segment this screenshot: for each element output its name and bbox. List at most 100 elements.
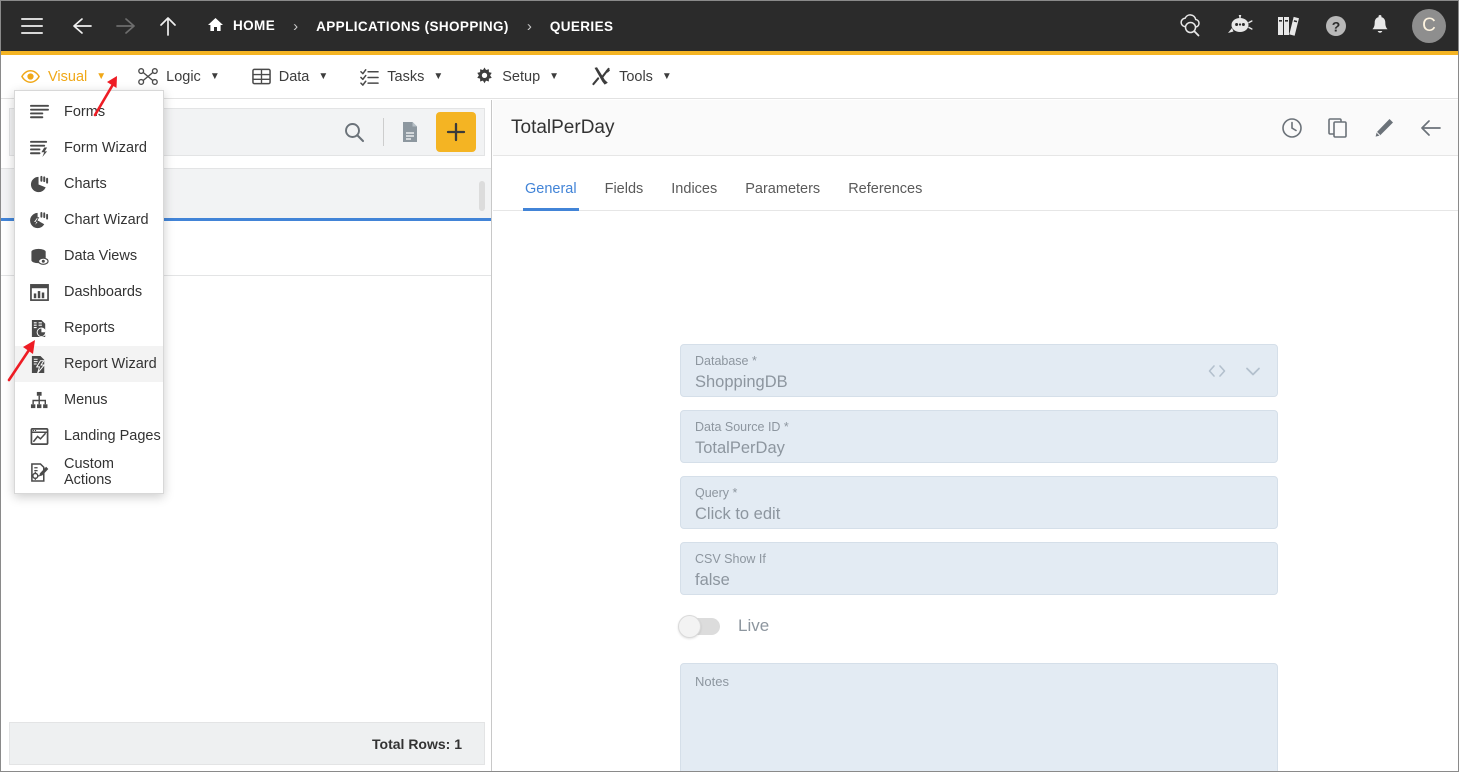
notifications-button[interactable] (1370, 14, 1390, 38)
chevron-down-icon: ▼ (318, 71, 329, 82)
query-field-label: Query * (695, 486, 738, 500)
back-arrow-icon (1421, 120, 1441, 136)
notifications-bell-icon (1372, 15, 1388, 33)
cloud-search-icon (1180, 14, 1200, 37)
chevron-down-icon: ▼ (96, 71, 107, 82)
database-field[interactable]: Database * ShoppingDB (680, 344, 1278, 397)
cloud-search-button[interactable] (1177, 14, 1204, 38)
menu-item-setup[interactable]: Setup ▼ (459, 55, 575, 99)
dropdown-item-landing-pages[interactable]: Landing Pages (15, 418, 163, 454)
robot-chat-icon (1228, 15, 1253, 33)
breadcrumb-item-applications[interactable]: APPLICATIONS (SHOPPING) (316, 19, 509, 34)
menu-label-data: Data (278, 68, 310, 85)
breadcrumb-item-home[interactable]: HOME (207, 17, 275, 35)
add-button[interactable] (436, 112, 476, 152)
csv-show-if-label: CSV Show If (695, 552, 766, 566)
report-icon (29, 318, 50, 339)
up-button[interactable] (157, 14, 179, 38)
edit-button[interactable] (1373, 117, 1395, 139)
dropdown-item-report-wizard[interactable]: Report Wizard (15, 346, 163, 382)
dropdown-label-landing-pages: Landing Pages (64, 428, 161, 444)
csv-show-if-field[interactable]: CSV Show If false (680, 542, 1278, 595)
detail-header: TotalPerDay (493, 100, 1458, 156)
menu-item-tools[interactable]: Tools ▼ (575, 55, 688, 99)
dropdown-item-dashboards[interactable]: Dashboards (15, 274, 163, 310)
dropdown-label-charts: Charts (64, 176, 107, 192)
dropdown-item-reports[interactable]: Reports (15, 310, 163, 346)
copy-button[interactable] (1327, 117, 1349, 139)
dropdown-label-custom-actions: Custom Actions (64, 456, 114, 488)
dropdown-item-menus[interactable]: Menus (15, 382, 163, 418)
dropdown-item-custom-actions[interactable]: Custom Actions (15, 454, 163, 490)
breadcrumb-label-home: HOME (233, 18, 276, 33)
custom-actions-icon (29, 462, 50, 483)
help-button[interactable]: ? (1324, 14, 1348, 38)
chevron-down-icon: ▼ (433, 71, 444, 82)
dropdown-item-chart-wizard[interactable]: Chart Wizard (15, 202, 163, 238)
landing-page-icon (29, 426, 50, 447)
dropdown-item-form-wizard[interactable]: Form Wizard (15, 130, 163, 166)
dropdown-label-forms: Forms (64, 104, 106, 120)
back-button[interactable] (69, 15, 95, 37)
tools-icon (592, 67, 611, 86)
home-icon (207, 17, 224, 35)
breadcrumb-item-queries[interactable]: QUERIES (550, 19, 614, 34)
data-source-id-label: Data Source ID * (695, 420, 789, 434)
live-toggle-row: Live (678, 614, 769, 638)
dropdown-item-data-views[interactable]: Data Views (15, 238, 163, 274)
forward-button[interactable] (113, 15, 139, 37)
back-button[interactable] (1419, 117, 1443, 139)
search-button[interactable] (331, 121, 377, 143)
general-form: Database * ShoppingDB Data Source ID * T… (493, 211, 1458, 771)
history-button[interactable] (1281, 117, 1303, 139)
dropdown-label-reports: Reports (64, 320, 115, 336)
database-field-value: ShoppingDB (695, 373, 788, 391)
detail-panel: TotalPerDay General Fields Indices Param… (493, 100, 1458, 771)
hamburger-icon (21, 18, 43, 34)
arrow-right-icon (116, 18, 135, 34)
data-source-id-field[interactable]: Data Source ID * TotalPerDay (680, 410, 1278, 463)
dropdown-label-form-wizard: Form Wizard (64, 140, 147, 156)
topbar-actions: ? C (1177, 1, 1446, 51)
checklist-icon (360, 69, 380, 86)
main-menu-bar: Visual ▼ Logic ▼ Data ▼ Tasks ▼ Setup ▼ … (1, 55, 1458, 143)
total-rows-label: Total Rows: 1 (372, 735, 462, 752)
database-field-label: Database * (695, 354, 757, 368)
tab-fields[interactable]: Fields (591, 181, 658, 210)
code-icon[interactable] (1207, 364, 1227, 378)
toggle-knob (678, 614, 701, 638)
dashboard-icon (29, 282, 50, 303)
chatbot-button[interactable] (1226, 15, 1254, 37)
menu-item-tasks[interactable]: Tasks ▼ (344, 55, 459, 99)
menu-label-tasks: Tasks (387, 68, 425, 85)
application-window: HOME › APPLICATIONS (SHOPPING) › QUERIES (0, 0, 1459, 772)
avatar[interactable]: C (1412, 9, 1446, 43)
copy-icon (1328, 118, 1347, 138)
menu-label-setup: Setup (502, 68, 541, 85)
arrow-left-icon (73, 18, 92, 34)
live-toggle[interactable] (678, 614, 720, 638)
dropdown-label-dashboards: Dashboards (64, 284, 143, 300)
page-title: TotalPerDay (511, 116, 615, 138)
tab-parameters[interactable]: Parameters (731, 181, 834, 210)
list-scrollbar[interactable] (479, 181, 485, 211)
dropdown-item-charts[interactable]: Charts (15, 166, 163, 202)
menu-item-data[interactable]: Data ▼ (236, 55, 345, 99)
arrow-up-icon (160, 17, 176, 36)
library-button[interactable] (1276, 14, 1302, 38)
notes-field[interactable]: Notes (680, 663, 1278, 771)
chevron-down-icon[interactable] (1243, 364, 1263, 378)
dropdown-label-chart-wizard: Chart Wizard (64, 212, 149, 228)
query-field[interactable]: Query * Click to edit (680, 476, 1278, 529)
report-wizard-icon (29, 354, 50, 375)
tab-general[interactable]: General (511, 181, 591, 211)
dropdown-item-forms[interactable]: Forms (15, 94, 163, 130)
hamburger-menu-button[interactable] (21, 18, 43, 34)
document-button[interactable] (390, 121, 430, 143)
top-navigation-bar: HOME › APPLICATIONS (SHOPPING) › QUERIES (1, 1, 1458, 51)
breadcrumb-separator: › (293, 17, 299, 35)
table-grid-icon (251, 68, 271, 85)
tab-references[interactable]: References (834, 181, 936, 210)
chevron-down-icon: ▼ (209, 71, 220, 82)
tab-indices[interactable]: Indices (657, 181, 731, 210)
